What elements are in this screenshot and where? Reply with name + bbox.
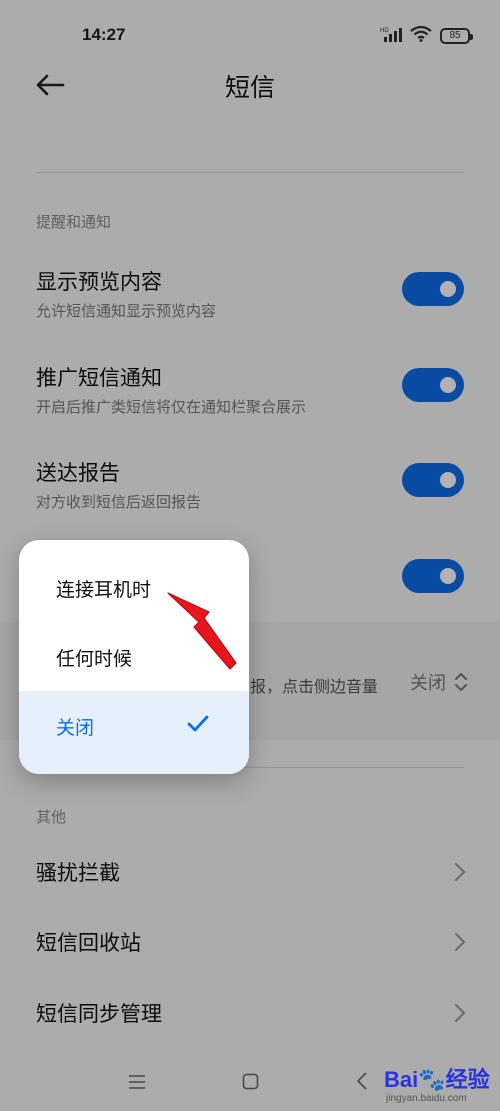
watermark-logo: Bai🐾经验	[384, 1067, 490, 1092]
watermark-url: jingyan.baidu.com	[386, 1093, 467, 1104]
baidu-watermark: Bai🐾经验 jingyan.baidu.com	[384, 1062, 500, 1111]
option-label: 任何时候	[56, 648, 133, 670]
option-label: 连接耳机时	[56, 579, 152, 601]
option-off[interactable]: 关闭	[19, 691, 249, 774]
red-arrow-annotation	[167, 592, 237, 670]
check-icon	[187, 715, 209, 732]
option-label: 关闭	[56, 717, 95, 739]
